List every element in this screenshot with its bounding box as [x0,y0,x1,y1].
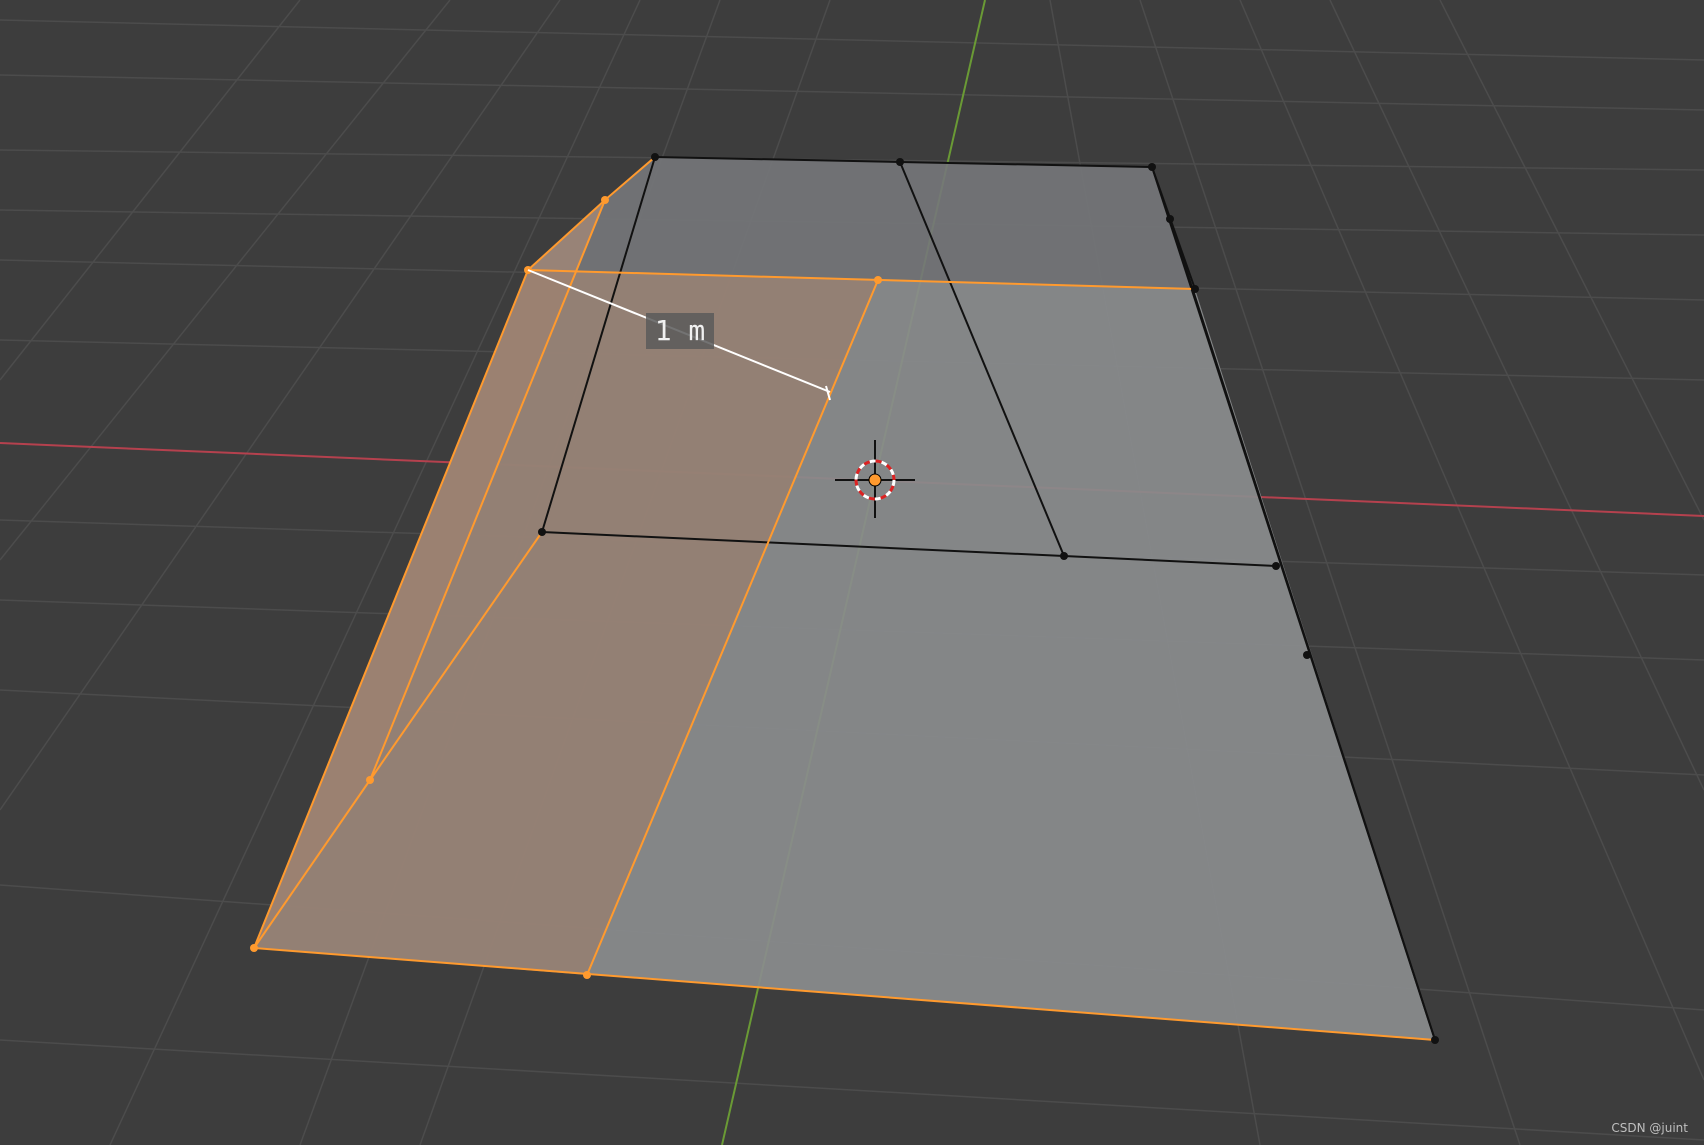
watermark: CSDN @juint [1611,1121,1688,1135]
measure-label: 1 m [646,313,714,349]
3d-viewport[interactable] [0,0,1704,1145]
